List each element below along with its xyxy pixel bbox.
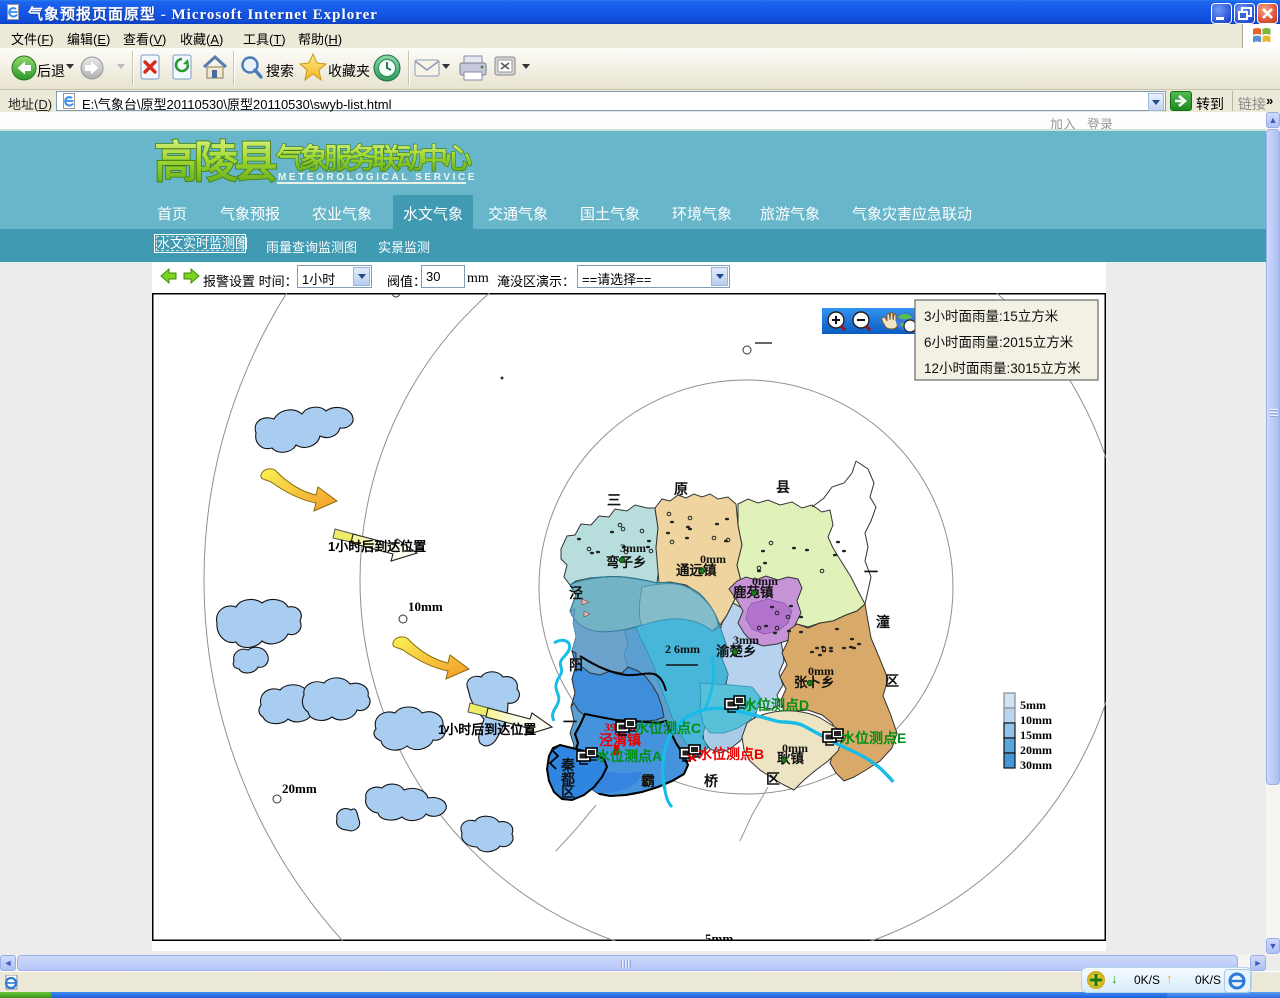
svg-text:泾: 泾 xyxy=(569,585,583,601)
svg-text:弯子乡: 弯子乡 xyxy=(606,554,647,570)
svg-text:水位测点E: 水位测点E xyxy=(841,730,906,746)
svg-text:三: 三 xyxy=(607,492,621,508)
svg-text:水位测点A: 水位测点A xyxy=(596,748,662,764)
svg-text:30mm: 30mm xyxy=(1020,758,1052,772)
svg-text:水位测点B: 水位测点B xyxy=(698,746,764,762)
svg-text:区: 区 xyxy=(766,771,780,787)
svg-text:15mm: 15mm xyxy=(1020,728,1052,742)
svg-text:一: 一 xyxy=(563,714,577,730)
svg-text:阳: 阳 xyxy=(569,657,583,673)
svg-text:0mm: 0mm xyxy=(700,552,726,566)
svg-text:1小时后到达位置: 1小时后到达位置 xyxy=(438,722,536,737)
svg-text:1小时后到达位置: 1小时后到达位置 xyxy=(328,539,426,554)
svg-text:一: 一 xyxy=(864,564,878,580)
svg-text:高陵县: 高陵县 xyxy=(154,138,277,187)
svg-text:0mm: 0mm xyxy=(808,664,834,678)
svg-text:2 6mm: 2 6mm xyxy=(665,642,700,656)
svg-text:12小时面雨量:3015立方米: 12小时面雨量:3015立方米 xyxy=(924,361,1081,376)
svg-text:区: 区 xyxy=(561,784,575,800)
svg-text:原: 原 xyxy=(674,481,688,497)
svg-text:县: 县 xyxy=(776,479,790,495)
svg-text:0mm: 0mm xyxy=(782,741,808,755)
svg-text:气象服务联动中心: 气象服务联动中心 xyxy=(275,142,472,174)
svg-text:区: 区 xyxy=(885,673,899,689)
svg-text:3mm: 3mm xyxy=(733,633,759,647)
svg-text:3小时面雨量:15立方米: 3小时面雨量:15立方米 xyxy=(924,309,1059,324)
svg-text:20mm: 20mm xyxy=(1020,743,1052,757)
svg-text:霸: 霸 xyxy=(641,773,655,789)
svg-text:10mm: 10mm xyxy=(408,599,443,614)
svg-text:水位测点D: 水位测点D xyxy=(743,697,809,713)
svg-text:0mm: 0mm xyxy=(752,574,778,588)
svg-text:5mm: 5mm xyxy=(705,931,733,941)
svg-text:桥: 桥 xyxy=(704,773,719,789)
svg-text:3mm: 3mm xyxy=(620,541,646,555)
svg-text:5mm: 5mm xyxy=(1020,698,1046,712)
svg-text:20mm: 20mm xyxy=(282,781,317,796)
svg-text:水位测点C: 水位测点C xyxy=(635,720,701,736)
svg-text:METEOROLOGICAL SERVICE: METEOROLOGICAL SERVICE xyxy=(278,172,477,183)
svg-text:潼: 潼 xyxy=(876,614,890,630)
svg-text:10mm: 10mm xyxy=(1020,713,1052,727)
svg-text:6小时面雨量:2015立方米: 6小时面雨量:2015立方米 xyxy=(924,335,1074,350)
